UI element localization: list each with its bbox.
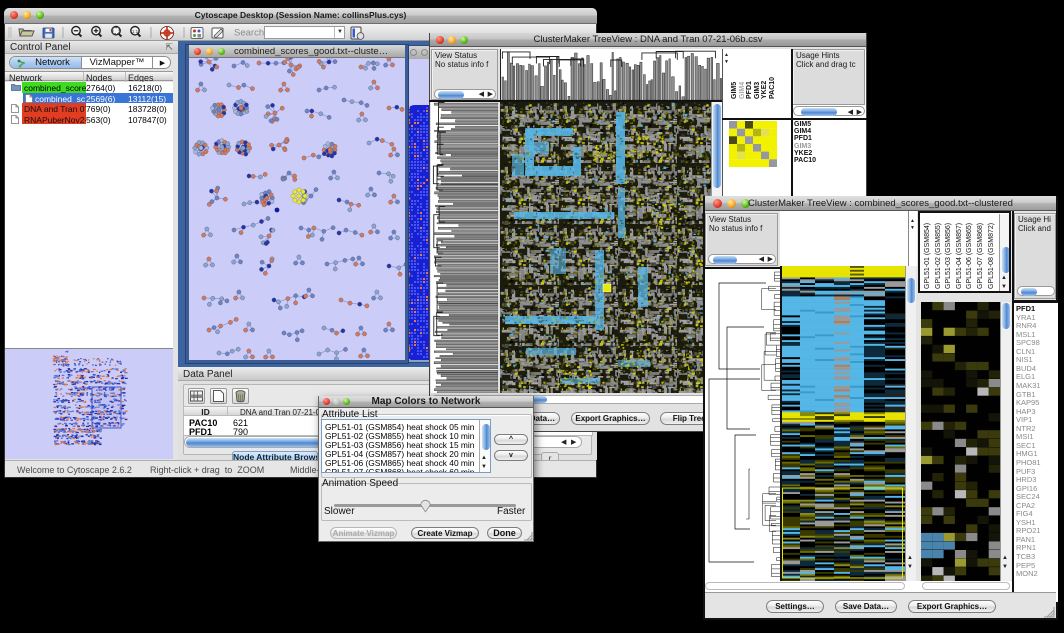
svg-text:Search:: Search: [234,28,267,39]
svg-text:1:1: 1:1 [132,29,139,34]
